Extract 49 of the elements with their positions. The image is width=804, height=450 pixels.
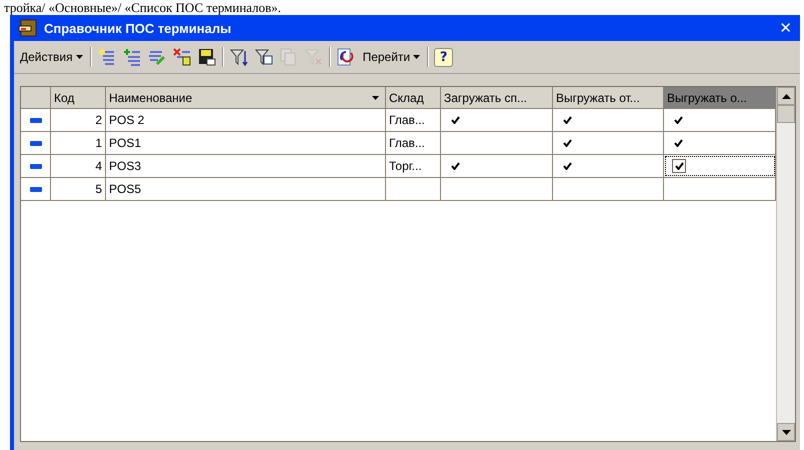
column-header[interactable]: Склад xyxy=(386,87,441,108)
checkmark-icon[interactable] xyxy=(449,114,461,126)
filter-window-icon[interactable] xyxy=(254,47,274,67)
caret-icon xyxy=(413,55,420,59)
refresh-icon[interactable] xyxy=(336,47,356,67)
close-button[interactable]: ✕ xyxy=(775,19,796,37)
item-icon xyxy=(30,140,42,146)
table-cell: 4 xyxy=(51,155,106,177)
scroll-thumb[interactable] xyxy=(777,105,795,123)
table-cell: Торг... xyxy=(386,155,441,177)
scrollbar[interactable] xyxy=(776,87,795,441)
table-cell: Глав... xyxy=(386,132,441,154)
menu-button[interactable]: Перейти xyxy=(360,48,422,66)
table-cell: 1 xyxy=(51,132,106,154)
help-button[interactable]: ? xyxy=(434,48,454,66)
delete-icon[interactable] xyxy=(172,47,192,67)
sort-arrow-icon xyxy=(372,96,379,100)
checkmark-icon[interactable] xyxy=(672,137,684,149)
checkmark-icon[interactable] xyxy=(672,114,684,126)
column-header[interactable]: Код xyxy=(51,87,106,108)
checkmark-icon[interactable] xyxy=(561,137,573,149)
table-cell: Глав... xyxy=(386,109,441,131)
cabinet-icon xyxy=(18,19,38,37)
checkmark-icon[interactable] xyxy=(561,114,573,126)
menu-button[interactable]: Действия xyxy=(18,48,85,66)
table-cell: POS3 xyxy=(106,155,386,177)
table-cell: POS 2 xyxy=(106,109,386,131)
scroll-down-icon[interactable] xyxy=(782,430,790,434)
checkmark-icon[interactable] xyxy=(449,160,461,172)
column-header[interactable]: Выгружать о... xyxy=(664,87,776,108)
column-header[interactable]: Загружать сп... xyxy=(441,87,553,108)
caption-text: тройка/ «Основные»/ «Список ПОС терминалов». xyxy=(3,0,282,15)
item-icon xyxy=(30,186,42,192)
table-cell: POS5 xyxy=(106,178,386,200)
table-cell: 5 xyxy=(51,178,106,200)
column-header[interactable]: Наименование xyxy=(106,87,386,108)
checkmark-icon[interactable] xyxy=(561,160,573,172)
window-title: Справочник ПОС терминалы xyxy=(44,20,232,36)
checkmark-icon[interactable] xyxy=(672,159,686,173)
table-cell: 2 xyxy=(51,109,106,131)
add-group-icon[interactable] xyxy=(122,47,142,67)
filter-icon[interactable] xyxy=(228,47,249,67)
scroll-up-icon[interactable] xyxy=(782,94,790,98)
new-item-icon[interactable] xyxy=(96,47,117,67)
caret-icon xyxy=(76,55,83,59)
item-icon xyxy=(30,118,42,122)
table-cell: POS1 xyxy=(106,132,386,154)
item-icon xyxy=(30,164,42,168)
save-icon[interactable] xyxy=(196,47,217,67)
